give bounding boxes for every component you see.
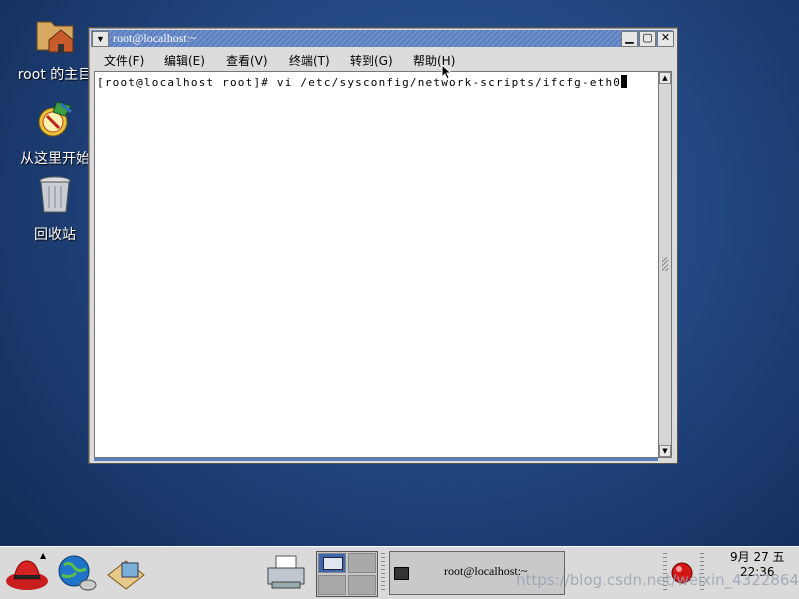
- desktop-icon-label: 从这里开始: [20, 151, 90, 167]
- menu-go[interactable]: 转到(G): [350, 52, 393, 69]
- clock-date: 9月 27 五: [730, 550, 785, 564]
- scroll-up-arrow-icon[interactable]: ▲: [659, 72, 671, 84]
- email-icon[interactable]: [104, 555, 148, 593]
- start-here-icon: [38, 101, 72, 137]
- desktop-icon-label: 回收站: [34, 227, 76, 243]
- minimize-button[interactable]: ▁: [621, 31, 638, 47]
- menu-arrow-icon: ▲: [40, 551, 47, 560]
- menu-file[interactable]: 文件(F): [104, 52, 144, 69]
- desktop-icon-home[interactable]: root 的主目: [10, 12, 100, 84]
- text-cursor: [621, 75, 628, 88]
- desktop-icon-start-here[interactable]: 从这里开始: [10, 96, 100, 168]
- terminal-icon: [394, 567, 409, 580]
- scroll-down-arrow-icon[interactable]: ▼: [659, 445, 671, 457]
- vertical-scrollbar[interactable]: ▲ ▼: [658, 71, 672, 458]
- workspace-3[interactable]: [318, 575, 346, 595]
- scrollbar-grip[interactable]: [662, 257, 668, 271]
- redhat-menu-icon[interactable]: [4, 555, 50, 593]
- menubar: 文件(F) 编辑(E) 查看(V) 终端(T) 转到(G) 帮助(H): [91, 49, 673, 69]
- panel-handle[interactable]: [381, 553, 385, 593]
- trash-icon: [39, 176, 71, 213]
- mouse-pointer-icon: [441, 64, 453, 80]
- window-bottom-border: [94, 458, 658, 461]
- desktop-icon-trash[interactable]: 回收站: [10, 172, 100, 244]
- home-folder-icon: [36, 21, 74, 53]
- menu-edit[interactable]: 编辑(E): [164, 52, 205, 69]
- printer-icon[interactable]: [264, 554, 308, 592]
- maximize-button[interactable]: ▢: [639, 31, 656, 47]
- close-button[interactable]: ✕: [657, 31, 674, 47]
- web-browser-icon[interactable]: [54, 553, 98, 593]
- terminal-area[interactable]: [root@localhost root]# vi /etc/sysconfig…: [94, 71, 660, 458]
- watermark-text: https://blog.csdn.net/weixin_43228648: [516, 571, 799, 589]
- window-titlebar[interactable]: ▼ root@localhost:~ ▁ ▢ ✕: [91, 30, 674, 47]
- workspace-switcher[interactable]: [316, 551, 378, 597]
- task-label: root@localhost:~: [444, 564, 528, 578]
- window-title: root@localhost:~: [113, 31, 197, 45]
- terminal-window: ▼ root@localhost:~ ▁ ▢ ✕ 文件(F) 编辑(E) 查看(…: [88, 27, 678, 464]
- workspace-4[interactable]: [348, 575, 376, 595]
- workspace-2[interactable]: [348, 553, 376, 573]
- desktop-icon-label: root 的主目: [17, 67, 93, 83]
- menu-terminal[interactable]: 终端(T): [289, 52, 330, 69]
- terminal-line: [root@localhost root]# vi /etc/sysconfig…: [97, 75, 628, 89]
- window-menu-button[interactable]: ▼: [92, 31, 109, 47]
- workspace-1[interactable]: [318, 553, 346, 573]
- terminal-command: [root@localhost root]# vi /etc/sysconfig…: [97, 76, 622, 89]
- menu-view[interactable]: 查看(V): [226, 52, 268, 69]
